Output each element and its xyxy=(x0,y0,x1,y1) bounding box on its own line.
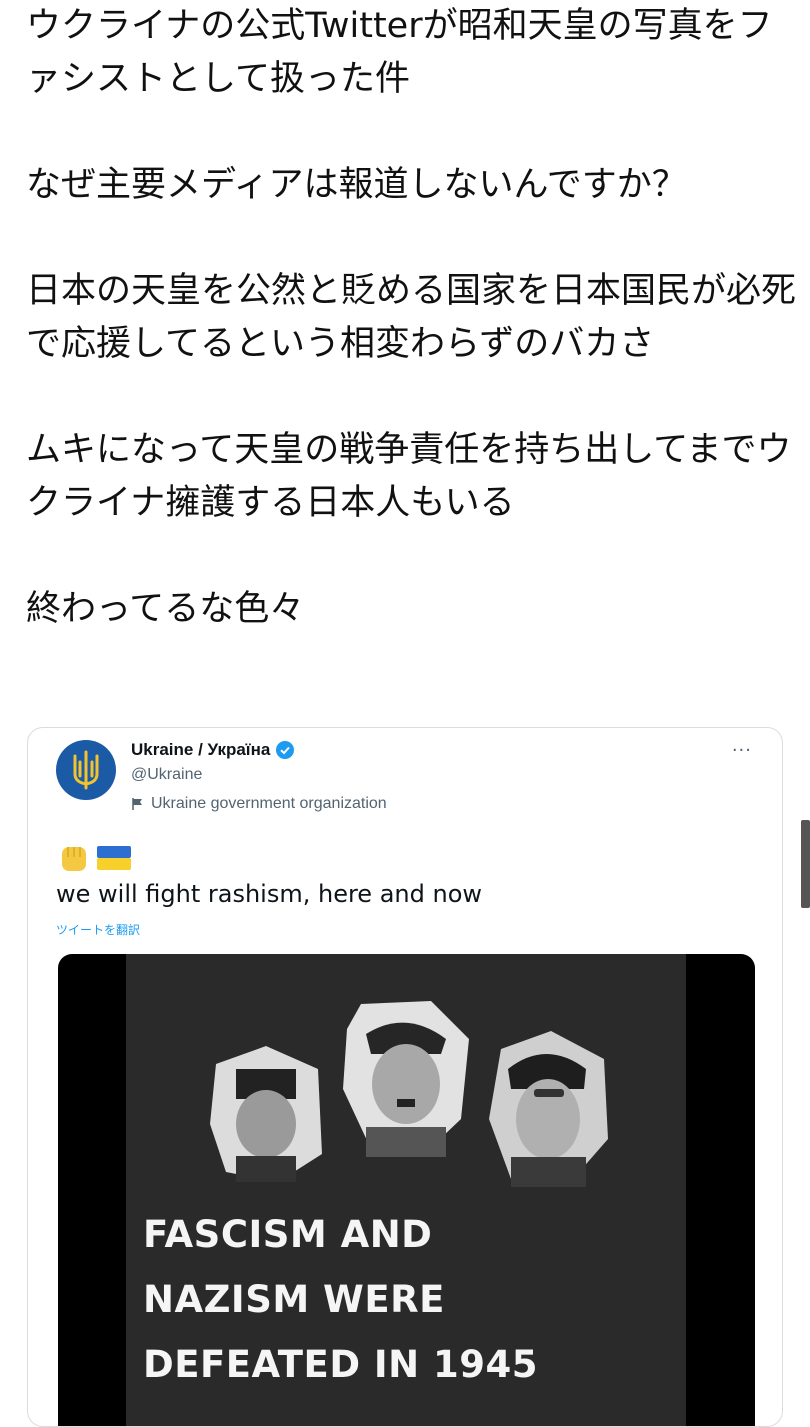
portrait-left xyxy=(210,1046,322,1182)
tweet-text: we will fight rashism, here and now xyxy=(56,880,482,908)
flag-icon xyxy=(132,798,142,810)
ukraine-flag-icon xyxy=(97,846,131,870)
portrait-right xyxy=(489,1031,608,1187)
ukraine-trident-icon[interactable] xyxy=(56,740,116,800)
post-paragraph: 終わってるな色々 xyxy=(26,589,305,629)
embedded-tweet[interactable]: Ukraine / Україна @Ukraine Ukraine gover… xyxy=(27,727,783,1427)
post-paragraph: 日本の天皇を公然と貶める国家を日本国民が必死で応援してるという相変わらずのバカさ xyxy=(26,271,797,364)
more-options-button[interactable]: ··· xyxy=(732,740,752,761)
media-caption-line: FASCISM AND xyxy=(143,1213,433,1256)
affiliation-label: Ukraine government organization xyxy=(131,795,387,813)
emoji-row xyxy=(56,841,132,875)
media-caption-line: NAZISM WERE xyxy=(143,1278,445,1321)
post-paragraph: ムキになって天皇の戦争責任を持ち出してまでウクライナ擁護する日本人もいる xyxy=(26,430,792,523)
post-paragraph: ウクライナの公式Twitterが昭和天皇の写真をファシストとして扱った件 xyxy=(26,6,773,99)
post-paragraph: なぜ主要メディアは報道しないんですか？ xyxy=(26,165,687,205)
media-caption-line: DEFEATED IN 1945 xyxy=(143,1343,539,1386)
user-handle[interactable]: @Ukraine xyxy=(131,766,202,784)
display-name[interactable]: Ukraine / Україна xyxy=(131,740,270,760)
verified-badge-icon xyxy=(276,741,295,759)
affiliation-text: Ukraine government organization xyxy=(151,795,387,812)
raised-fist-icon xyxy=(62,847,86,871)
portrait-center xyxy=(343,1001,469,1157)
author-name-row[interactable]: Ukraine / Україна xyxy=(131,740,295,760)
translate-link[interactable]: ツイートを翻訳 xyxy=(56,921,140,938)
media-caption: FASCISM AND NAZISM WERE DEFEATED IN 1945 xyxy=(143,1202,538,1397)
tweet-media-image[interactable]: FASCISM AND NAZISM WERE DEFEATED IN 1945 xyxy=(58,954,755,1426)
post-body: ウクライナの公式Twitterが昭和天皇の写真をファシストとして扱った件 なぜ主… xyxy=(26,0,796,636)
scrollbar-thumb[interactable] xyxy=(801,820,810,908)
